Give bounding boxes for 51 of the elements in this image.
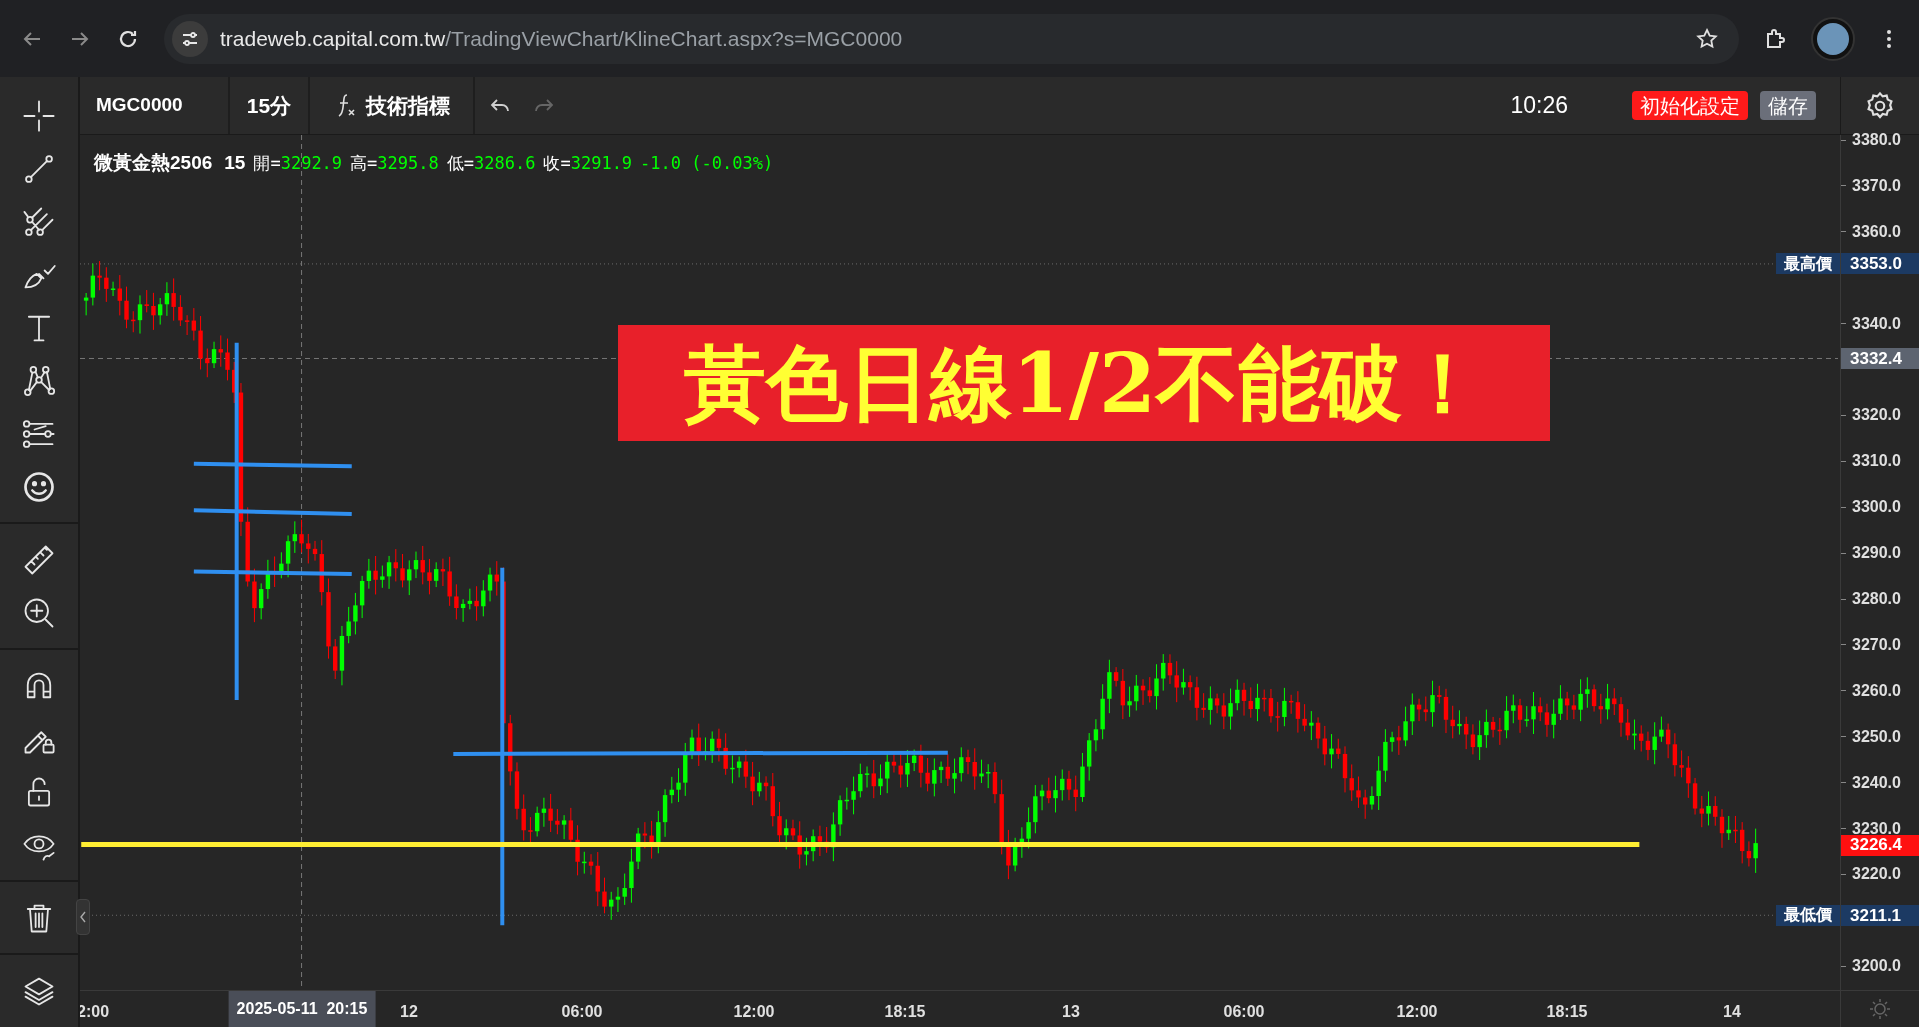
time-tick-label: 06:00 xyxy=(561,1002,603,1022)
time-tick-label: 18:15 xyxy=(1546,1002,1588,1022)
ohlc-value: 低=3286.6 xyxy=(446,152,536,175)
price-tick-label: 3250.0 xyxy=(1852,728,1901,745)
url-host: tradeweb.capital.com.tw xyxy=(220,26,446,50)
time-tick-label: 13 xyxy=(1062,1002,1080,1022)
price-marker: 3211.1 xyxy=(1841,904,1919,926)
ohlc-value: 高=3295.8 xyxy=(350,152,439,175)
bookmark-star-icon[interactable] xyxy=(1695,26,1719,51)
save-button[interactable]: 儲存 xyxy=(1760,91,1816,120)
site-settings-icon[interactable] xyxy=(172,20,208,57)
price-marker-label: 最高價 xyxy=(1776,253,1840,275)
price-marker: 3332.4 xyxy=(1841,347,1919,369)
price-tick-label: 3240.0 xyxy=(1852,774,1901,791)
time-tick-label: 14 xyxy=(1723,1002,1741,1022)
price-tick-label: 3220.0 xyxy=(1852,866,1901,883)
instrument-name: 微黃金熱2506 xyxy=(94,151,213,175)
legend-interval: 15 xyxy=(224,151,246,175)
price-tick-label: 3320.0 xyxy=(1852,407,1901,424)
time-tick-label: 06:00 xyxy=(1223,1002,1265,1022)
url-path: /TradingViewChart/KlineChart.aspx?s=MGC0000 xyxy=(445,26,903,50)
price-tick-label: 3310.0 xyxy=(1852,453,1901,470)
price-marker: 3226.4 xyxy=(1841,834,1919,856)
price-tick-label: 3360.0 xyxy=(1852,223,1901,240)
price-tick-label: 3380.0 xyxy=(1852,132,1901,148)
time-tick-label: 18:15 xyxy=(884,1002,926,1022)
clock-time: 10:26 xyxy=(1510,91,1568,121)
time-tick-label: 12 xyxy=(400,1002,418,1022)
price-tick-label: 3340.0 xyxy=(1852,315,1901,332)
collapse-handle[interactable] xyxy=(76,899,90,935)
price-tick-label: 3300.0 xyxy=(1852,499,1901,516)
address-bar[interactable]: tradeweb.capital.com.tw/TradingViewChart/KlineChart.aspx?s=MGC0000 xyxy=(164,13,1739,64)
price-marker: 3353.0 xyxy=(1841,253,1919,275)
ohlc-value: 開=3292.9 xyxy=(253,152,343,175)
price-change: -1.0 (-0.03%) xyxy=(640,152,774,175)
ohlc-value: 收=3291.9 xyxy=(543,152,633,175)
price-tick-label: 3370.0 xyxy=(1852,177,1901,194)
profile-avatar[interactable] xyxy=(1811,16,1855,61)
crosshair-time-label: 2025-05-11 20:15 xyxy=(228,991,376,1027)
time-tick-label: 12:00 xyxy=(1396,1002,1438,1022)
price-tick-label: 3270.0 xyxy=(1852,636,1901,653)
price-tick-label: 3290.0 xyxy=(1852,545,1901,562)
banner-text: 黃色日線1/2不能破！ xyxy=(618,325,1550,441)
price-tick-label: 3200.0 xyxy=(1852,958,1901,975)
price-tick-label: 3230.0 xyxy=(1852,820,1901,837)
sun-icon[interactable] xyxy=(1868,997,1892,1021)
price-marker-label: 最低價 xyxy=(1776,904,1840,926)
price-tick-label: 3260.0 xyxy=(1852,682,1901,699)
reset-settings-button[interactable]: 初始化設定 xyxy=(1632,91,1748,120)
time-tick-label: 12:00 xyxy=(733,1002,775,1022)
price-tick-label: 3280.0 xyxy=(1852,591,1901,607)
